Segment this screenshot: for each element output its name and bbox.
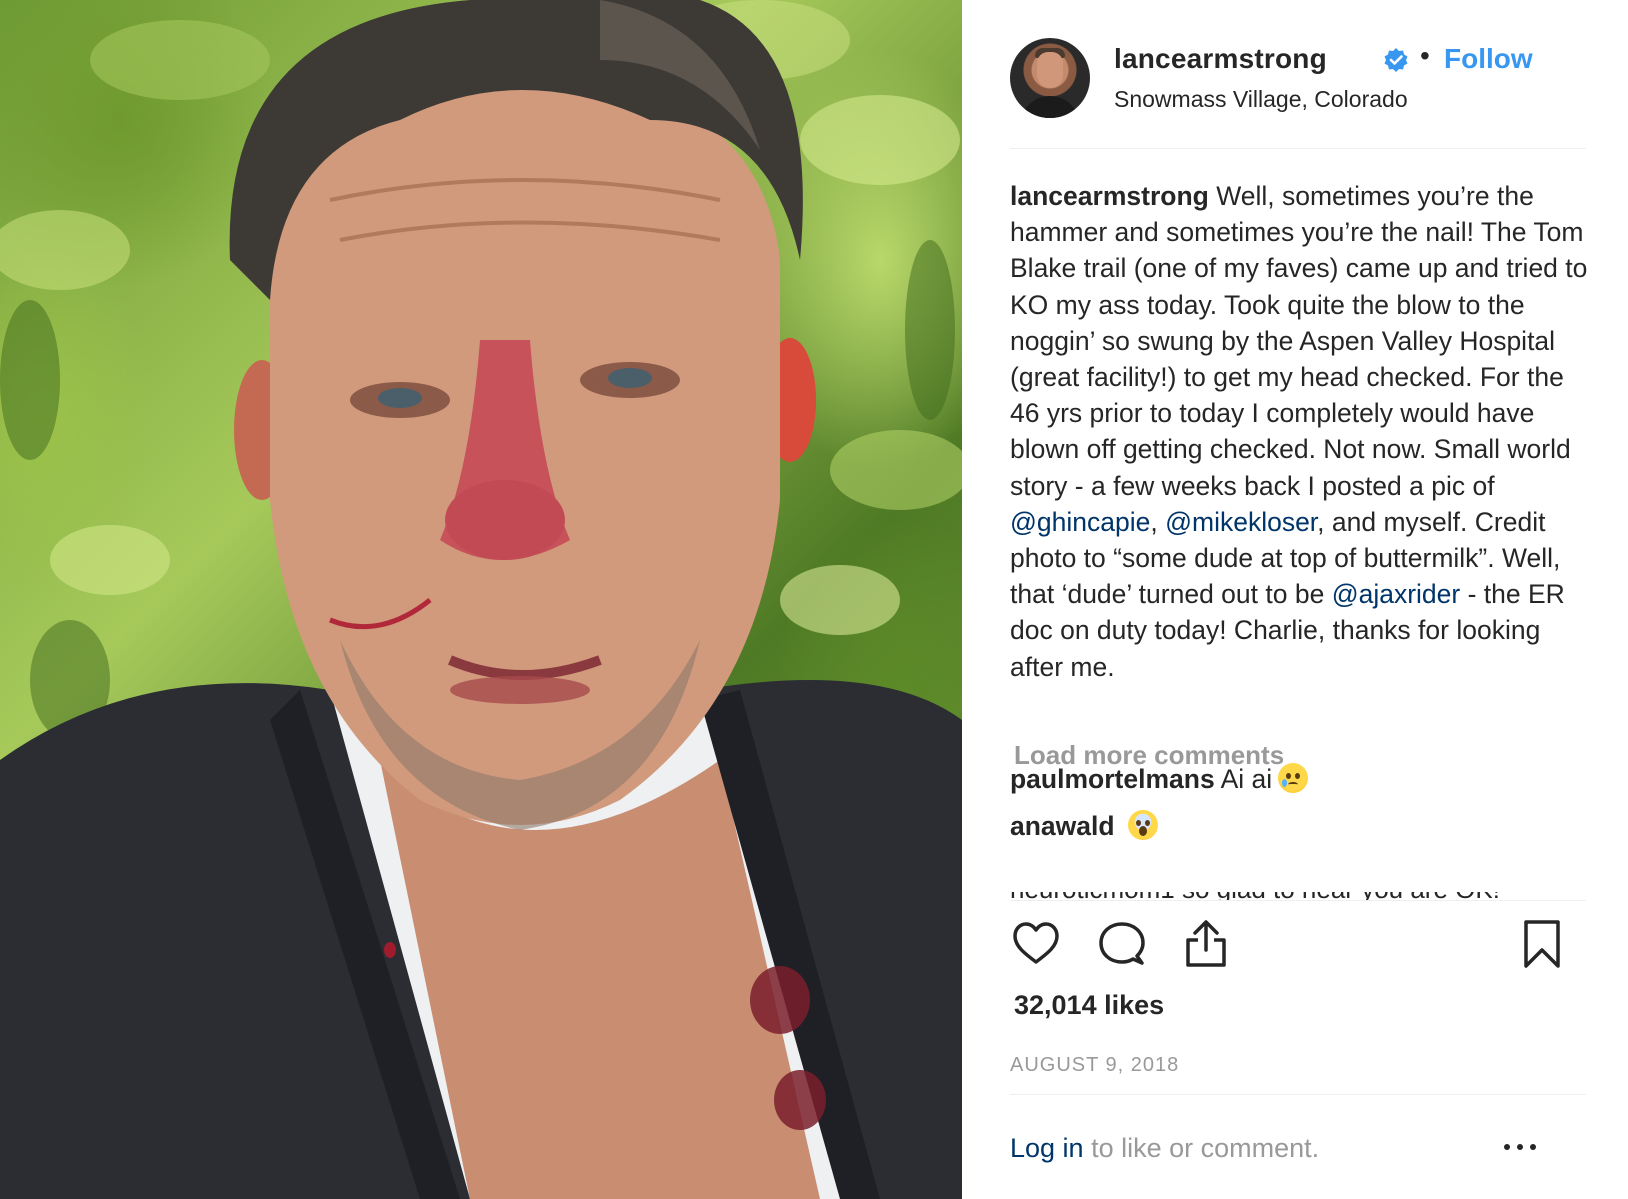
comments-divider	[1010, 900, 1586, 901]
screaming-face-emoji	[1127, 810, 1158, 840]
caption-text: ,	[1150, 506, 1166, 537]
verified-badge-icon	[1384, 48, 1408, 72]
bookmark-icon	[1524, 920, 1560, 968]
login-prompt-text: to like or comment.	[1083, 1133, 1320, 1163]
comment-button[interactable]	[1096, 918, 1148, 970]
mention-link[interactable]: @mikekloser	[1165, 507, 1317, 537]
cutoff-comment-text: neuroticmom1 so glad to hear you are OK!	[1010, 892, 1586, 900]
likes-count[interactable]: 32,014 likes	[1014, 990, 1164, 1021]
avatar-face	[1037, 52, 1063, 88]
share-icon	[1186, 920, 1226, 967]
post-caption: lancearmstrong Well, sometimes you’re th…	[1010, 178, 1590, 685]
like-button[interactable]	[1010, 918, 1062, 970]
save-button[interactable]	[1516, 918, 1568, 970]
footer-divider	[1010, 1094, 1586, 1095]
post-header: lancearmstrong • Follow Snowmass Village…	[1010, 38, 1600, 120]
comment-item: anawald	[1010, 810, 1158, 842]
mention-link[interactable]: @ghincapie	[1010, 507, 1150, 537]
comment-item: paulmortelmans Ai ai	[1010, 763, 1309, 795]
login-link[interactable]: Log in	[1010, 1133, 1084, 1163]
comment-username[interactable]: anawald	[1010, 811, 1115, 841]
comment-text	[1115, 811, 1122, 841]
post-photo[interactable]	[0, 0, 962, 1199]
avatar-shirt	[1020, 96, 1080, 118]
post-username[interactable]: lancearmstrong	[1114, 43, 1327, 75]
action-bar	[1010, 918, 1590, 974]
header-divider	[1010, 148, 1586, 149]
selfie-illustration	[0, 0, 962, 1199]
post-detail-panel: lancearmstrong • Follow Snowmass Village…	[962, 0, 1628, 1199]
follow-button[interactable]: Follow	[1444, 43, 1533, 75]
login-prompt: Log in to like or comment.	[1010, 1133, 1319, 1164]
heart-icon	[1013, 922, 1059, 964]
comment-text: Ai ai	[1214, 764, 1273, 794]
profile-avatar[interactable]	[1010, 38, 1090, 118]
crying-face-emoji	[1278, 763, 1309, 793]
share-button[interactable]	[1180, 918, 1232, 970]
mention-link[interactable]: @ajaxrider	[1332, 579, 1461, 609]
post-date[interactable]: AUGUST 9, 2018	[1010, 1054, 1179, 1077]
caption-username[interactable]: lancearmstrong	[1010, 181, 1209, 211]
separator-dot: •	[1420, 40, 1430, 71]
comment-item-cutoff: neuroticmom1 so glad to hear you are OK!	[1010, 892, 1586, 900]
comment-username[interactable]: paulmortelmans	[1010, 764, 1215, 794]
caption-text: Well, sometimes you’re the hammer and so…	[1010, 181, 1588, 501]
comment-icon	[1099, 922, 1145, 965]
post-location[interactable]: Snowmass Village, Colorado	[1114, 86, 1408, 113]
more-options-icon[interactable]	[1500, 1130, 1540, 1160]
